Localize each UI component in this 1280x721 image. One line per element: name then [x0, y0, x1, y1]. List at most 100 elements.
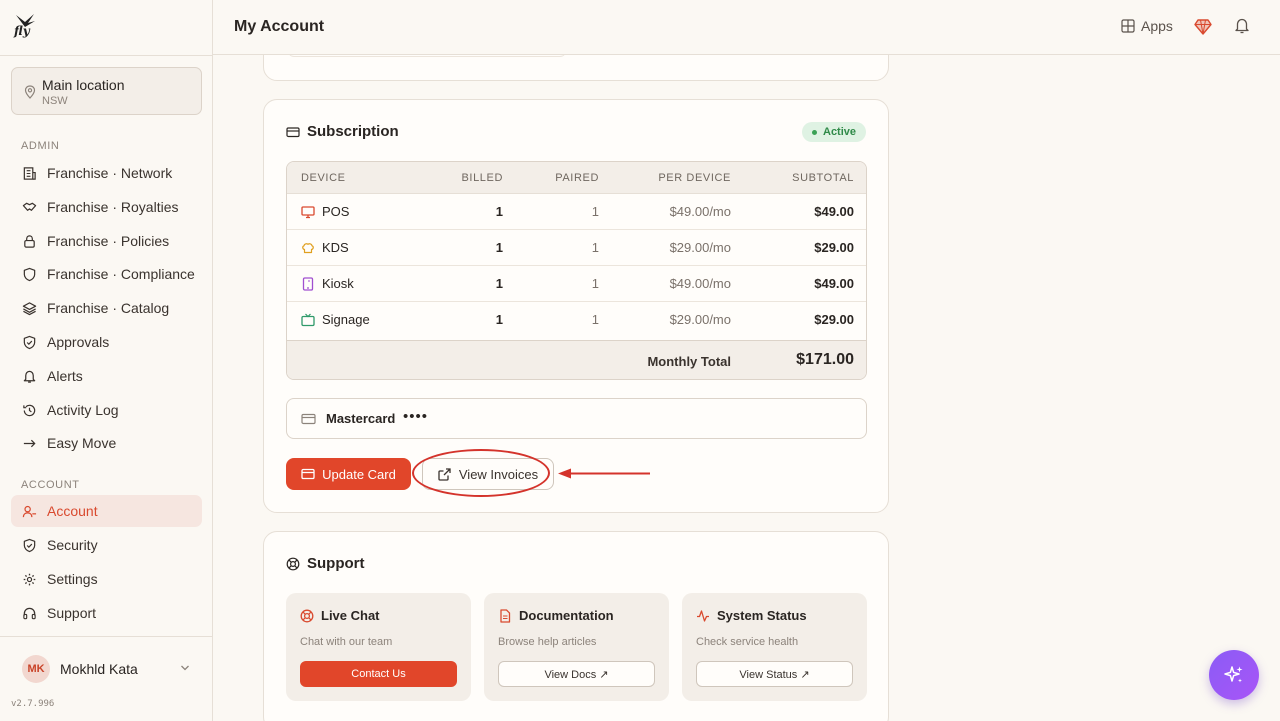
apps-button[interactable]: Apps: [1121, 18, 1173, 34]
sidebar-item-franchise-royalties[interactable]: Franchise · Royalties: [11, 191, 202, 223]
device-cell: POS: [301, 204, 349, 219]
map-pin-icon: [24, 85, 36, 99]
location-region: NSW: [42, 95, 68, 107]
sidebar-item-franchise-compliance[interactable]: Franchise · Compliance: [11, 258, 202, 290]
device-cell: Signage: [301, 312, 370, 327]
device-name: KDS: [322, 240, 349, 255]
tile-description: Chat with our team: [300, 636, 393, 648]
paired-cell: 1: [591, 240, 599, 255]
subscription-card: Subscription Active DEVICE BILLED PAIRED…: [263, 99, 889, 513]
support-title: Support: [286, 555, 365, 572]
monthly-total-label: Monthly Total: [647, 354, 731, 369]
table-row: Kiosk 1 1 $49.00/mo $49.00: [287, 266, 866, 302]
sidebar-item-security[interactable]: Security: [11, 529, 202, 561]
contact-us-button[interactable]: Contact Us: [300, 661, 457, 687]
bell-icon[interactable]: [1234, 17, 1250, 35]
device-cell: Kiosk: [301, 276, 354, 291]
app-version: v2.7.996: [11, 699, 55, 709]
sidebar-item-settings[interactable]: Settings: [11, 563, 202, 595]
credit-card-icon: [286, 126, 300, 137]
view-invoices-button[interactable]: View Invoices: [422, 458, 554, 490]
device-cell: KDS: [301, 240, 349, 255]
sidebar-item-activity-log[interactable]: Activity Log: [11, 394, 202, 426]
document-icon: [500, 608, 511, 623]
subscription-title: Subscription: [286, 123, 399, 140]
ai-assistant-button[interactable]: [1209, 650, 1259, 700]
tablet-icon: [302, 276, 314, 291]
sidebar-item-label: Activity Log: [47, 402, 119, 418]
sidebar-item-easy-move[interactable]: Easy Move: [11, 427, 202, 459]
status-badge: Active: [802, 122, 867, 142]
sidebar-item-account[interactable]: Account: [11, 495, 202, 527]
per-device-cell: $49.00/mo: [669, 276, 731, 291]
chef-hat-icon: [302, 242, 314, 253]
table-row: Signage 1 1 $29.00/mo $29.00: [287, 302, 866, 338]
paired-cell: 1: [591, 276, 599, 291]
sidebar-item-support[interactable]: Support: [11, 597, 202, 629]
payment-method: Mastercard ••••: [286, 398, 867, 439]
arrow-right-icon: [23, 439, 36, 447]
tile-title-text: System Status: [717, 608, 807, 623]
avatar[interactable]: MK: [22, 655, 50, 683]
lock-icon: [24, 234, 35, 248]
sidebar-item-label: Franchise · Royalties: [47, 199, 179, 215]
monitor-icon: [301, 205, 315, 218]
sidebar-item-label: Franchise · Policies: [47, 233, 170, 249]
sparkles-icon: [1224, 666, 1243, 683]
bell-icon: [23, 370, 36, 383]
sidebar-item-alerts[interactable]: Alerts: [11, 360, 202, 392]
apps-label: Apps: [1141, 18, 1173, 34]
billed-cell: 1: [495, 240, 503, 255]
sidebar-item-label: Approvals: [47, 334, 110, 350]
view-docs-button[interactable]: View Docs ↗: [498, 661, 655, 687]
sidebar-divider: [0, 636, 213, 637]
chevron-down-icon[interactable]: [180, 664, 190, 672]
location-selector[interactable]: Main location NSW: [11, 67, 202, 115]
gem-icon[interactable]: [1194, 18, 1212, 36]
tile-title-text: Live Chat: [321, 608, 380, 623]
sidebar-item-franchise-network[interactable]: Franchise · Network: [11, 157, 202, 189]
subtotal-cell: $49.00: [814, 276, 854, 291]
support-card: Support Live Chat Chat with our team Con…: [263, 531, 889, 721]
subscription-title-text: Subscription: [307, 123, 399, 140]
sidebar: fly Main location NSW ADMIN Franchise · …: [0, 0, 213, 721]
top-header: My Account Apps: [213, 0, 1280, 55]
account-section-label: ACCOUNT: [21, 479, 80, 491]
table-row: KDS 1 1 $29.00/mo $29.00: [287, 230, 866, 266]
table-footer: Monthly Total $171.00: [287, 340, 866, 379]
table-header: DEVICE BILLED PAIRED PER DEVICE SUBTOTAL: [287, 162, 866, 194]
column-header-billed: BILLED: [461, 172, 503, 184]
lifebuoy-icon: [286, 557, 300, 570]
sidebar-item-label: Alerts: [47, 368, 83, 384]
subtotal-cell: $29.00: [814, 312, 854, 327]
billed-cell: 1: [495, 276, 503, 291]
paired-cell: 1: [591, 204, 599, 219]
documentation-tile: Documentation Browse help articles View …: [484, 593, 669, 701]
tile-title: Documentation: [498, 608, 614, 623]
shield-icon: [23, 538, 36, 552]
user-name[interactable]: Mokhld Kata: [60, 661, 138, 677]
page-title: My Account: [234, 18, 325, 35]
view-status-button[interactable]: View Status ↗: [696, 661, 853, 687]
building-icon: [23, 166, 36, 180]
location-name: Main location: [42, 77, 125, 93]
sidebar-item-label: Security: [47, 537, 98, 553]
history-icon: [23, 404, 36, 416]
update-card-label: Update Card: [322, 466, 396, 482]
per-device-cell: $29.00/mo: [669, 312, 731, 327]
sidebar-item-franchise-policies[interactable]: Franchise · Policies: [11, 225, 202, 257]
handshake-icon: [22, 202, 37, 211]
update-card-button[interactable]: Update Card: [286, 458, 411, 490]
tile-title-text: Documentation: [519, 608, 614, 623]
lifebuoy-icon: [300, 609, 314, 622]
live-chat-tile: Live Chat Chat with our team Contact Us: [286, 593, 471, 701]
sidebar-item-label: Account: [47, 503, 98, 519]
sidebar-item-label: Franchise · Compliance: [47, 266, 195, 282]
tile-title: Live Chat: [300, 608, 380, 623]
subscription-table: DEVICE BILLED PAIRED PER DEVICE SUBTOTAL…: [286, 161, 867, 380]
column-header-paired: PAIRED: [555, 172, 599, 184]
sidebar-item-approvals[interactable]: Approvals: [11, 326, 202, 358]
sidebar-item-franchise-catalog[interactable]: Franchise · Catalog: [11, 292, 202, 324]
sidebar-item-label: Support: [47, 605, 97, 621]
tv-icon: [301, 313, 315, 326]
